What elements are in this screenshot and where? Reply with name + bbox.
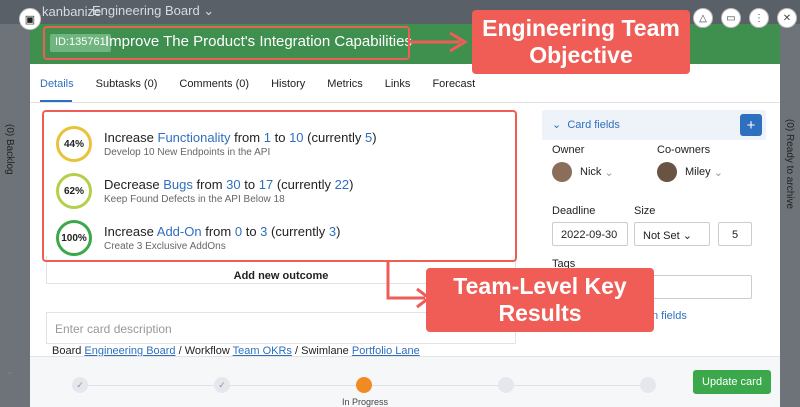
stage-complete-icon[interactable]: ✓ <box>214 377 230 393</box>
tab-metrics[interactable]: Metrics <box>327 78 362 90</box>
tab-links[interactable]: Links <box>385 78 411 90</box>
window-icon[interactable]: ▭ <box>721 8 741 28</box>
stage-complete-icon[interactable]: ✓ <box>72 377 88 393</box>
size-value-input[interactable]: 5 <box>718 222 752 246</box>
tab-divider <box>30 102 780 103</box>
collapse-chevron-icon[interactable]: ⌄ <box>6 366 14 377</box>
app-logo-icon[interactable]: ▣ <box>19 8 41 30</box>
background-right-column: (0) Ready to archive <box>780 24 800 407</box>
coowner-avatar <box>657 162 677 182</box>
workflow-progress-bar: ✓ ✓ In Progress Update card <box>30 356 780 407</box>
left-column-title: (0) Backlog <box>4 124 15 175</box>
add-field-button[interactable]: + <box>740 114 762 136</box>
chevron-down-icon: ⌄ <box>604 166 614 179</box>
objective-callout: Engineering Team Objective <box>472 10 690 74</box>
card-tabs: Details Subtasks (0) Comments (0) Histor… <box>40 78 475 90</box>
chevron-down-icon: ⌄ <box>682 230 692 242</box>
objective-highlight <box>43 26 410 60</box>
warning-icon[interactable]: △ <box>693 8 713 28</box>
size-label: Size <box>634 205 656 217</box>
objective-arrow-icon <box>410 31 468 53</box>
stage-dot[interactable] <box>640 377 656 393</box>
owner-selector[interactable]: Nick ⌄ <box>552 162 614 182</box>
chevron-down-icon: ⌄ <box>713 166 723 179</box>
chevron-down-icon: ⌄ <box>552 119 562 131</box>
card-fields-label: ⌄ Card fields <box>552 119 620 131</box>
key-results-callout: Team-Level Key Results <box>426 268 654 332</box>
key-results-highlight <box>42 110 517 262</box>
close-icon[interactable]: ✕ <box>777 8 797 28</box>
tab-history[interactable]: History <box>271 78 305 90</box>
coowner-selector[interactable]: Miley ⌄ <box>657 162 723 182</box>
owner-avatar <box>552 162 572 182</box>
header-actions: △ ▭ ⋮ ✕ <box>693 8 797 28</box>
background-left-column: (0) Backlog <box>0 24 30 407</box>
current-stage-label: In Progress <box>342 397 389 407</box>
deadline-label: Deadline <box>552 205 596 217</box>
card-fields-toggle[interactable]: ⌄ Card fields <box>542 110 766 140</box>
active-tab-indicator <box>40 100 72 102</box>
stage-dot[interactable] <box>498 377 514 393</box>
coowners-label: Co-owners <box>657 144 711 156</box>
tab-subtasks[interactable]: Subtasks (0) <box>96 78 158 90</box>
size-select[interactable]: Not Set ⌄ <box>634 222 710 246</box>
tab-comments[interactable]: Comments (0) <box>179 78 249 90</box>
tab-forecast[interactable]: Forecast <box>432 78 475 90</box>
right-column-title: (0) Ready to archive <box>784 119 795 210</box>
more-fields-link[interactable]: n fields <box>652 310 687 322</box>
more-icon[interactable]: ⋮ <box>749 8 769 28</box>
board-selector[interactable]: Engineering Board ⌄ <box>92 3 214 19</box>
owner-label: Owner <box>552 144 585 156</box>
deadline-input[interactable]: 2022-09-30 <box>552 222 628 246</box>
update-card-button[interactable]: Update card <box>693 370 771 394</box>
stage-current-dot[interactable] <box>356 377 372 393</box>
tab-details[interactable]: Details <box>40 78 74 90</box>
